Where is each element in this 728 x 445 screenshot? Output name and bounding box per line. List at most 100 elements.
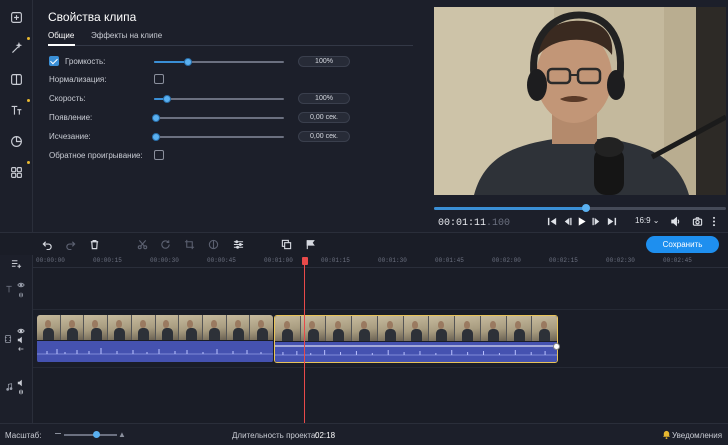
zoom-out-icon[interactable] — [55, 433, 61, 434]
playback-progress-knob[interactable] — [581, 204, 590, 212]
fade-out-value[interactable]: 0,00 сек. — [298, 131, 350, 142]
add-file-icon[interactable] — [6, 7, 27, 28]
volume-slider-knob[interactable] — [183, 58, 192, 66]
clip-thumbnails — [275, 316, 557, 341]
new-dot — [27, 37, 30, 40]
normalization-checkbox[interactable] — [154, 74, 164, 84]
notifications-link[interactable]: Уведомления — [672, 431, 722, 440]
volume-checkbox[interactable] — [49, 56, 59, 66]
timeline-ruler[interactable]: 00:00:00 00:00:15 00:00:30 00:00:45 00:0… — [33, 255, 728, 268]
speed-value[interactable]: 100% — [298, 93, 350, 104]
volume-icon[interactable] — [669, 215, 682, 228]
add-track-icon[interactable] — [10, 257, 22, 269]
music-note-icon — [4, 381, 14, 393]
video-clip[interactable] — [37, 315, 273, 363]
volume-slider[interactable] — [154, 58, 284, 66]
audio-wave-icon[interactable] — [16, 291, 25, 299]
speed-slider-knob[interactable] — [163, 95, 171, 103]
zoom-label: Масштаб: — [5, 431, 42, 440]
fade-in-row: Появление: 0,00 сек. — [48, 112, 408, 124]
reverse-checkbox[interactable] — [154, 150, 164, 160]
clip-properties-panel: Свойства клипа Общие Эффекты на клипе Гр… — [33, 0, 432, 232]
zoom-slider-knob[interactable] — [92, 431, 100, 438]
text-track-icon — [4, 283, 13, 295]
color-adjust-icon[interactable] — [207, 238, 220, 251]
eye-icon[interactable] — [16, 281, 25, 289]
stickers-icon[interactable] — [6, 131, 27, 152]
video-image-icon — [434, 7, 726, 195]
grid-icon[interactable] — [6, 161, 30, 183]
prev-frame-icon[interactable] — [561, 215, 573, 228]
ruler-label: 00:01:30 — [378, 257, 407, 264]
clip-audio-waveform — [37, 341, 273, 362]
audio-wave-icon[interactable] — [16, 388, 25, 396]
fade-out-slider[interactable] — [152, 133, 284, 141]
volume-keyframe-handle[interactable] — [553, 343, 560, 350]
volume-row: Громкость: 100% — [48, 56, 408, 68]
speed-slider[interactable] — [154, 95, 284, 103]
zoom-in-icon[interactable]: ▲ — [118, 430, 126, 439]
undo-icon[interactable] — [41, 238, 54, 251]
skip-end-icon[interactable] — [605, 215, 617, 228]
ruler-label: 00:00:45 — [207, 257, 236, 264]
titles-icon[interactable] — [6, 99, 30, 121]
eye-icon[interactable] — [16, 327, 25, 335]
ruler-label: 00:00:30 — [150, 257, 179, 264]
new-dot — [27, 161, 30, 164]
ruler-label: 00:01:00 — [264, 257, 293, 264]
normalization-label: Нормализация: — [49, 75, 107, 84]
cut-icon[interactable] — [136, 238, 149, 251]
timeline-area[interactable] — [33, 268, 728, 423]
playback-progress-fill — [434, 207, 586, 210]
playhead-handle[interactable] — [302, 257, 308, 265]
transitions-icon[interactable] — [6, 69, 27, 90]
next-frame-icon[interactable] — [590, 215, 602, 228]
video-frame[interactable] — [434, 7, 726, 195]
redo-icon[interactable] — [64, 238, 77, 251]
new-dot — [27, 99, 30, 102]
fade-out-slider-knob[interactable] — [152, 133, 160, 141]
playback-progress[interactable] — [434, 204, 726, 212]
fade-in-label: Появление: — [49, 113, 93, 122]
fade-in-slider-knob[interactable] — [152, 114, 160, 122]
skip-start-icon[interactable] — [546, 215, 558, 228]
timecode: 00:01:11.100 — [438, 218, 510, 229]
music-lane[interactable] — [33, 368, 728, 423]
volume-slider-fill — [154, 61, 188, 63]
properties-tabs: Общие Эффекты на клипе — [48, 30, 413, 46]
rotate-icon[interactable] — [159, 238, 172, 251]
zoom-slider[interactable] — [64, 431, 117, 438]
speaker-icon[interactable] — [16, 336, 25, 344]
fade-in-slider[interactable] — [152, 114, 284, 122]
crop-icon[interactable] — [183, 238, 196, 251]
save-button[interactable]: Сохранить — [646, 236, 719, 253]
volume-label: Громкость: — [65, 57, 106, 66]
clip-thumbnails — [37, 315, 273, 340]
clip-properties-icon[interactable] — [232, 238, 245, 251]
video-clip-selected[interactable] — [274, 315, 558, 363]
speaker-icon[interactable] — [16, 379, 25, 387]
timeline-toolbar: Сохранить — [0, 233, 728, 255]
left-sidebar — [0, 0, 33, 232]
tab-clip-effects[interactable]: Эффекты на клипе — [91, 31, 162, 40]
magic-wand-icon[interactable] — [6, 37, 30, 59]
delete-icon[interactable] — [88, 238, 101, 251]
overlay-icon[interactable] — [280, 238, 293, 251]
play-icon[interactable] — [575, 215, 588, 228]
ruler-label: 00:00:00 — [36, 257, 65, 264]
speed-label: Скорость: — [49, 94, 86, 103]
fade-in-value[interactable]: 0,00 сек. — [298, 112, 350, 123]
link-icon[interactable] — [16, 345, 25, 353]
volume-value[interactable]: 100% — [298, 56, 350, 67]
reverse-row: Обратное проигрывание: — [48, 150, 408, 162]
clip-audio-waveform — [275, 342, 557, 362]
more-options-icon[interactable] — [710, 215, 718, 228]
marker-flag-icon[interactable] — [304, 238, 317, 251]
snapshot-icon[interactable] — [691, 215, 704, 228]
ruler-label: 00:02:45 — [663, 257, 692, 264]
aspect-ratio-select[interactable]: 16:9 ⌄ — [635, 216, 660, 225]
bell-icon[interactable] — [662, 430, 671, 440]
tab-general[interactable]: Общие — [48, 31, 74, 40]
fade-out-label: Исчезание: — [49, 132, 91, 141]
titles-lane[interactable] — [33, 268, 728, 310]
